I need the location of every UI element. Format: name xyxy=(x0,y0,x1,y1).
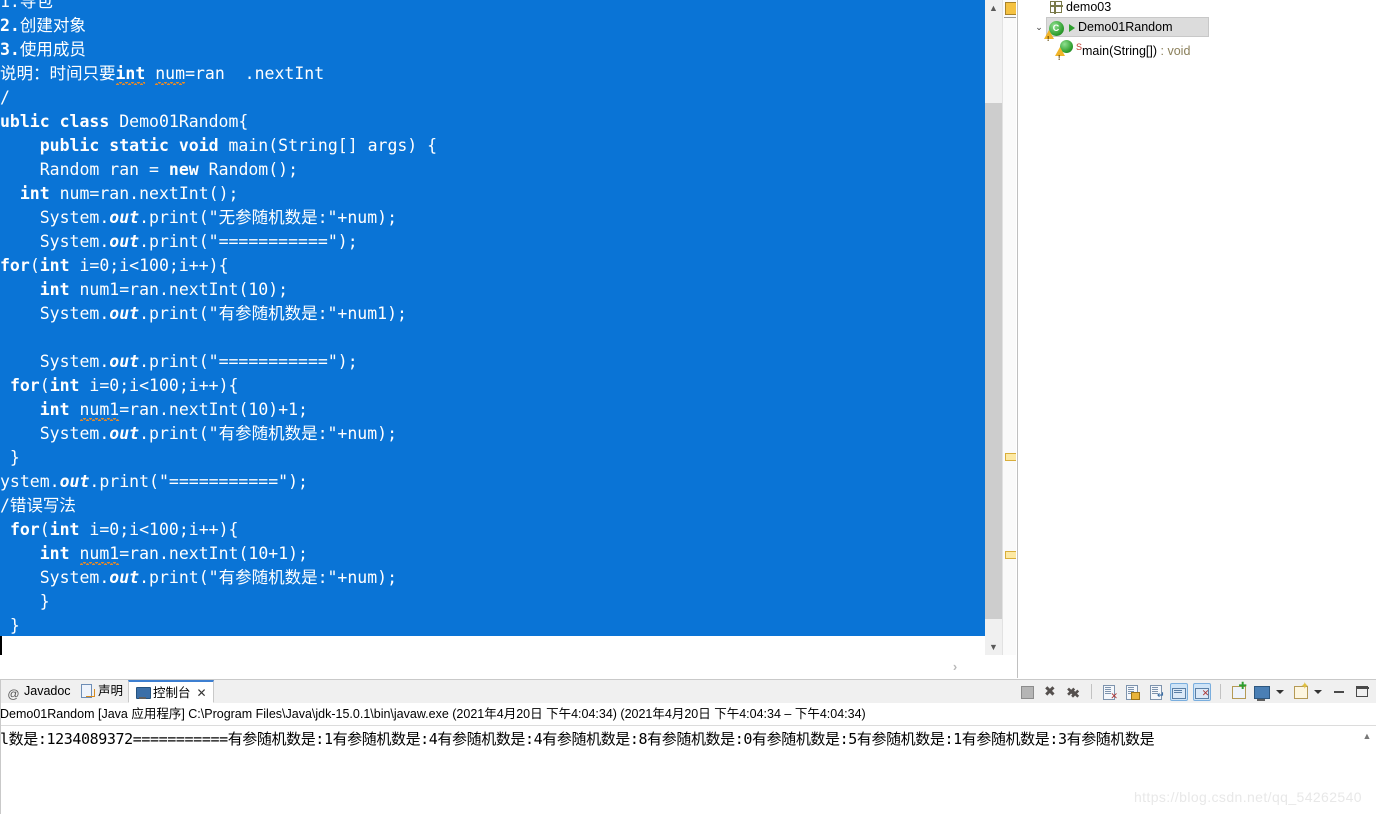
code-line: } xyxy=(39,592,50,611)
scroll-down-arrow-icon[interactable]: ▼ xyxy=(985,639,1002,655)
code-line: for(int i=0;i<100;i++){ xyxy=(9,376,239,395)
terminate-icon[interactable] xyxy=(1018,683,1036,701)
method-icon xyxy=(1054,37,1076,69)
code-line: ystem.out.print("==========="); xyxy=(0,472,308,491)
remove-all-launches-icon[interactable]: ✖ ✖ xyxy=(1064,683,1082,701)
new-console-view-icon[interactable] xyxy=(1252,683,1271,701)
outline-item-package[interactable]: demo03 xyxy=(1032,0,1111,17)
code-line: int num=ran.nextInt(); xyxy=(19,184,239,203)
tab-declaration[interactable]: 声明 xyxy=(74,680,129,703)
code-line: int num1=ran.nextInt(10); xyxy=(39,280,289,299)
code-line: int num1=ran.nextInt(10+1); xyxy=(39,544,308,563)
code-line: System.out.print("有参随机数是:"+num1); xyxy=(0,304,407,323)
editor-vertical-scrollbar[interactable]: ▲ ▼ xyxy=(985,0,1002,655)
code-line: for(int i=0;i<100;i++){ xyxy=(0,256,229,275)
code-editor[interactable]: 1.导包 2.创建对象 3.使用成员 说明：时间只要int num=ran .n… xyxy=(0,0,1016,678)
toolbar-separator xyxy=(1090,684,1092,699)
outline-item-return-type: : void xyxy=(1157,44,1191,59)
outline-item-label: Demo01Random xyxy=(1078,20,1173,34)
code-line: ublic class Demo01Random{ xyxy=(0,112,249,131)
declaration-icon xyxy=(80,684,95,698)
display-selected-console-icon[interactable]: ✕ xyxy=(1193,683,1212,701)
code-line: /错误写法 xyxy=(0,496,76,515)
scrollbar-thumb[interactable] xyxy=(985,103,1002,619)
code-line: System.out.print("==========="); xyxy=(0,232,358,251)
remove-launch-icon[interactable]: ✖ xyxy=(1041,683,1059,701)
scroll-lock-icon[interactable] xyxy=(1123,683,1141,701)
close-icon[interactable]: ✕ xyxy=(197,686,207,700)
csdn-watermark: https://blog.csdn.net/qq_54262540 xyxy=(1133,789,1362,805)
console-options-icon[interactable]: ✦ xyxy=(1291,682,1309,701)
maximize-icon[interactable] xyxy=(1353,683,1371,701)
console-toolbar[interactable]: ✖ ✖ ✖ ✕ ↵ ✕ ✚ ✦ xyxy=(1017,681,1373,703)
class-icon: C xyxy=(1043,17,1066,47)
code-line: System.out.print("无参随机数是:"+num); xyxy=(0,208,398,227)
minimize-icon[interactable] xyxy=(1330,683,1348,701)
code-line: } xyxy=(9,448,20,467)
code-line: System.out.print("有参随机数是:"+num); xyxy=(0,424,398,443)
code-text-content[interactable]: 1.导包 2.创建对象 3.使用成员 说明：时间只要int num=ran .n… xyxy=(0,0,985,638)
console-launch-header: Demo01Random [Java 应用程序] C:\Program File… xyxy=(0,703,1376,726)
scroll-up-arrow-icon[interactable]: ▲ xyxy=(985,0,1002,16)
run-marker-icon xyxy=(1066,17,1078,38)
panel-left-border xyxy=(0,679,1,814)
new-console-dropdown-icon[interactable] xyxy=(1275,683,1286,701)
hscroll-right-arrow-icon[interactable]: › xyxy=(948,660,962,674)
open-console-icon[interactable]: ✚ xyxy=(1229,682,1247,701)
javadoc-icon: @ xyxy=(7,687,20,701)
editor-horizontal-scrollbar[interactable]: › xyxy=(0,655,968,678)
toolbar-separator xyxy=(1219,684,1221,699)
code-line: System.out.print("==========="); xyxy=(0,352,358,371)
annotation-mark-warning[interactable] xyxy=(1005,453,1016,461)
code-line: System.out.print("有参随机数是:"+num); xyxy=(0,568,398,587)
outline-item-method[interactable]: Smain(String[]) : void xyxy=(1032,37,1191,69)
outline-item-class[interactable]: ⌄CDemo01Random xyxy=(1032,17,1173,47)
ruler-divider xyxy=(1004,17,1016,18)
console-options-dropdown-icon[interactable] xyxy=(1314,683,1324,701)
clear-console-icon[interactable]: ✕ xyxy=(1100,683,1118,701)
annotation-mark-warning[interactable] xyxy=(1005,551,1016,559)
outline-view[interactable]: demo03 ⌄CDemo01Random Smain(String[]) : … xyxy=(1017,0,1376,678)
console-output-text[interactable]: l数是:1234089372===========有参随机数是:1有参随机数是:… xyxy=(0,727,1360,751)
view-tab-strip[interactable]: @ Javadoc 声明 控制台 ✕ ✖ ✖ ✖ ✕ ↵ ✕ ✚ ✦ xyxy=(0,680,1376,704)
tab-label: Javadoc xyxy=(24,684,71,698)
console-scroll-up-arrow-icon[interactable]: ▲ xyxy=(1360,729,1374,743)
console-icon xyxy=(135,686,151,700)
code-line: public static void main(String[] args) { xyxy=(39,136,438,155)
show-console-on-output-icon[interactable]: ↵ xyxy=(1147,683,1165,701)
tab-label: 声明 xyxy=(98,684,124,698)
outline-item-label: main(String[]) xyxy=(1082,44,1158,59)
code-line: / xyxy=(0,88,10,107)
code-line: 3.使用成员 xyxy=(0,40,86,59)
code-line: for(int i=0;i<100;i++){ xyxy=(9,520,239,539)
tab-console[interactable]: 控制台 ✕ xyxy=(128,680,214,703)
outline-item-label: demo03 xyxy=(1066,0,1112,14)
pin-console-icon[interactable] xyxy=(1169,683,1188,701)
code-line: Random ran = new Random(); xyxy=(0,160,299,179)
code-line: 1.导包 xyxy=(0,0,53,11)
code-line: 2.创建对象 xyxy=(0,16,86,35)
tab-javadoc[interactable]: @ Javadoc xyxy=(0,680,77,703)
code-line: 说明：时间只要int num=ran .nextInt xyxy=(0,64,325,83)
bottom-view-stack[interactable]: @ Javadoc 声明 控制台 ✕ ✖ ✖ ✖ ✕ ↵ ✕ ✚ ✦ Demo0… xyxy=(0,679,1376,815)
annotation-overview-ruler[interactable] xyxy=(1002,0,1016,655)
tab-label: 控制台 xyxy=(153,686,191,700)
warning-indicator-icon[interactable] xyxy=(1005,2,1016,15)
code-line: int num1=ran.nextInt(10)+1; xyxy=(39,400,308,419)
code-line: } xyxy=(0,616,20,635)
